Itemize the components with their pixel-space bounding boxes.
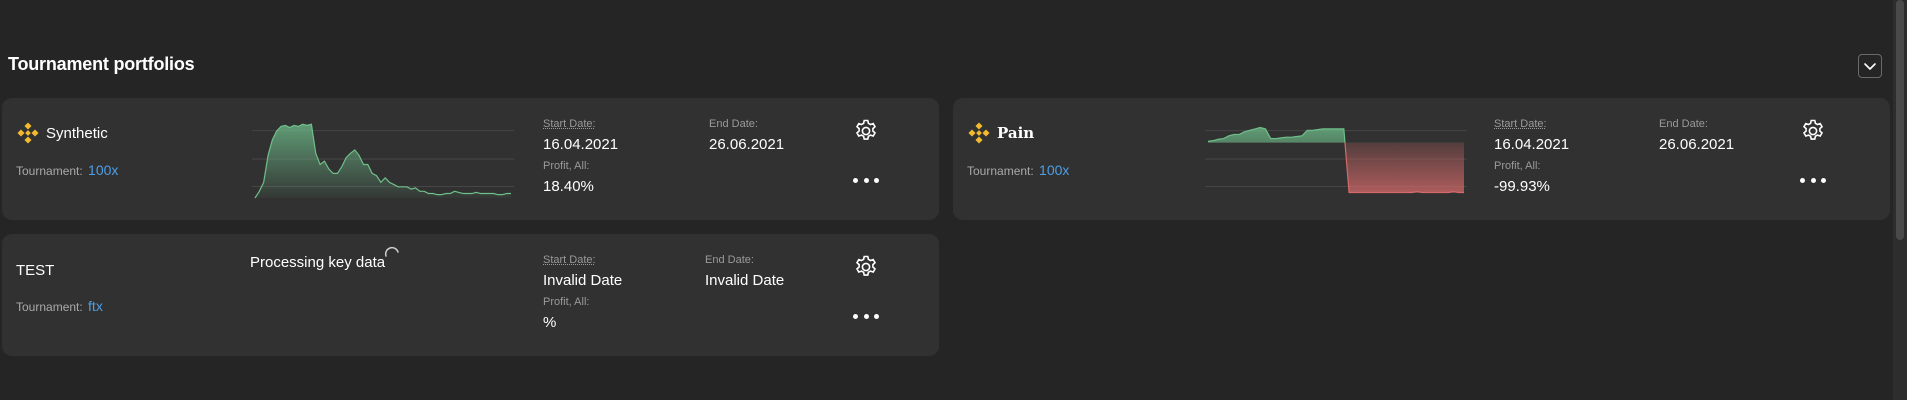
- profit-value: %: [543, 314, 557, 331]
- section-title: Tournament portfolios: [8, 54, 195, 74]
- portfolio-name-label: Pain: [997, 124, 1035, 142]
- settings-gear-icon[interactable]: [1800, 118, 1826, 144]
- tournament-info: Tournament: 100x: [16, 162, 118, 178]
- profit-value: -99.93%: [1494, 178, 1550, 195]
- portfolio-equity-chart: [252, 123, 514, 199]
- dot: [1821, 177, 1826, 183]
- more-options-button[interactable]: [1800, 175, 1826, 185]
- dot: [863, 313, 869, 319]
- binance-logo-icon: [17, 122, 39, 144]
- more-options-button[interactable]: [853, 175, 879, 185]
- end-date-value: 26.06.2021: [1659, 136, 1735, 153]
- portfolio-card-test[interactable]: TEST Tournament: ftx Processing key data…: [2, 234, 939, 356]
- profit-value: 18.40%: [543, 178, 594, 195]
- portfolio-name[interactable]: TEST: [16, 260, 54, 280]
- scrollbar-thumb[interactable]: [1896, 0, 1904, 240]
- dot: [853, 177, 858, 183]
- tournament-info: Tournament: ftx: [16, 298, 103, 314]
- tournament-link[interactable]: ftx: [88, 298, 103, 314]
- tournament-label: Tournament:: [967, 164, 1034, 178]
- dot: [853, 313, 858, 319]
- tournament-info: Tournament: 100x: [967, 162, 1069, 178]
- tournament-link[interactable]: 100x: [88, 162, 118, 178]
- dot: [874, 177, 879, 183]
- start-date-value: 16.04.2021: [543, 136, 619, 153]
- dot: [1800, 177, 1805, 183]
- end-date-value: Invalid Date: [705, 272, 785, 289]
- tournament-label: Tournament:: [16, 300, 83, 314]
- profit-label: Profit, All:: [1494, 160, 1541, 172]
- end-date-value: 26.06.2021: [709, 136, 785, 153]
- end-date-label: End Date:: [709, 118, 758, 130]
- start-date-label: Start Date:: [543, 118, 596, 130]
- portfolio-card-pain[interactable]: Pain Tournament: 100x Start Date: 16.04.…: [953, 98, 1890, 220]
- portfolio-name-label: TEST: [16, 261, 55, 279]
- settings-gear-icon[interactable]: [853, 254, 879, 280]
- profit-label: Profit, All:: [543, 160, 590, 172]
- end-date-label: End Date:: [1659, 118, 1708, 130]
- profit-label: Profit, All:: [543, 296, 590, 308]
- dot: [874, 313, 879, 319]
- settings-gear-icon[interactable]: [853, 118, 879, 144]
- dot: [863, 177, 869, 183]
- portfolio-name[interactable]: Synthetic: [16, 122, 108, 144]
- processing-status-text: Processing key data: [250, 254, 386, 271]
- portfolio-card-synthetic[interactable]: Synthetic Tournament: 100x Start Date: 1…: [2, 98, 939, 220]
- tournament-link[interactable]: 100x: [1039, 162, 1069, 178]
- start-date-value: 16.04.2021: [1494, 136, 1570, 153]
- start-date-label: Start Date:: [543, 254, 596, 266]
- collapse-toggle-button[interactable]: [1858, 54, 1882, 78]
- start-date-value: Invalid Date: [543, 272, 623, 289]
- end-date-label: End Date:: [705, 254, 754, 266]
- chevron-down-icon: [1864, 63, 1876, 70]
- binance-logo-icon: [968, 122, 990, 144]
- portfolio-name-label: Synthetic: [46, 124, 108, 142]
- dot: [1810, 177, 1816, 183]
- tournament-label: Tournament:: [16, 164, 83, 178]
- page-scrollbar[interactable]: [1893, 0, 1907, 400]
- more-options-button[interactable]: [853, 311, 879, 321]
- portfolio-equity-chart: [1205, 126, 1467, 194]
- loading-spinner-icon: [384, 246, 399, 257]
- portfolio-name[interactable]: Pain: [967, 122, 1035, 144]
- start-date-label: Start Date:: [1494, 118, 1547, 130]
